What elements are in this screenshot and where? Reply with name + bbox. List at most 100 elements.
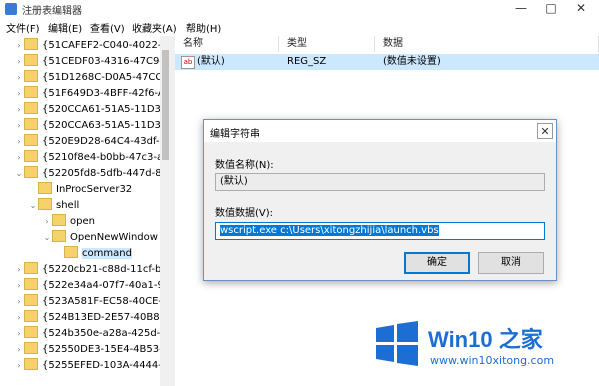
edit-string-dialog: 编辑字符串 ✕ 数值名称(N): (默认) 数值数据(V): wscript.e… — [203, 119, 557, 281]
value-name-label: 数值名称(N): — [215, 160, 274, 171]
dialog-title-bar: 编辑字符串 ✕ — [204, 120, 556, 142]
tree-item[interactable]: › {5210f8e4-b0bb-47c3-a8 — [14, 150, 161, 166]
value-name: (默认) — [197, 56, 225, 67]
maximize-button[interactable]: □ — [536, 0, 566, 18]
folder-icon — [24, 278, 38, 290]
chevron-right-icon[interactable]: › — [14, 262, 24, 278]
tree-item[interactable]: › {51CAFEF2-C040-4022-A1 — [14, 38, 160, 54]
tree-item[interactable]: › {51F649D3-4BFF-42f6-A2 — [14, 86, 160, 102]
tree-item-label: {51CAFEF2-C040-4022-A1 — [42, 40, 160, 51]
tree-item[interactable]: › {5220cb21-c88d-11cf-b34 — [14, 262, 160, 278]
tree-scrollbar[interactable] — [160, 36, 171, 386]
column-header-data[interactable]: 数据 — [375, 36, 599, 52]
tree-item[interactable]: ⌄ shell — [28, 198, 79, 214]
folder-icon — [24, 102, 38, 114]
tree-item[interactable]: › open — [42, 214, 95, 230]
chevron-right-icon[interactable]: › — [14, 310, 24, 326]
menu-bar: 文件(F) 编辑(E) 查看(V) 收藏夹(A) 帮助(H) — [0, 18, 599, 35]
folder-icon — [24, 38, 38, 50]
chevron-right-icon[interactable]: › — [14, 294, 24, 310]
tree-item-label: {524B13ED-2E57-40B8-B8 — [42, 312, 160, 323]
chevron-right-icon[interactable]: › — [14, 38, 24, 54]
registry-editor-window: 注册表编辑器 — □ ✕ 文件(F) 编辑(E) 查看(V) 收藏夹(A) 帮助… — [0, 0, 599, 386]
tree-item[interactable]: command — [54, 246, 132, 262]
tree-item[interactable]: › {520E9D28-64C4-43df-BE — [14, 134, 160, 150]
ok-button[interactable]: 确定 — [404, 252, 470, 274]
chevron-right-icon[interactable]: › — [14, 54, 24, 70]
tree-item-label: command — [82, 248, 132, 259]
column-header-name[interactable]: 名称 — [175, 36, 279, 52]
value-data-input[interactable]: wscript.exe c:\Users\xitongzhijia\launch… — [215, 222, 545, 240]
string-value-icon: ab — [181, 56, 195, 69]
tree-item[interactable]: › {520CCA63-51A5-11D3-9 — [14, 118, 161, 134]
regedit-app-icon — [5, 3, 17, 15]
tree-item[interactable]: › {524b350e-a28a-425d-a4 — [14, 326, 161, 342]
close-button[interactable]: ✕ — [566, 0, 596, 18]
folder-icon — [24, 342, 38, 354]
minimize-button[interactable]: — — [506, 0, 536, 18]
chevron-right-icon[interactable]: › — [14, 86, 24, 102]
chevron-right-icon[interactable]: › — [14, 102, 24, 118]
dialog-close-button[interactable]: ✕ — [537, 123, 553, 139]
chevron-right-icon[interactable]: › — [14, 358, 24, 374]
watermark-brand: Win10 之家 — [428, 327, 543, 352]
tree-item[interactable]: › {5255EFED-103A-4444-B1 — [14, 358, 160, 374]
tree-item-label: {5210f8e4-b0bb-47c3-a8 — [42, 152, 161, 163]
folder-icon — [24, 134, 38, 146]
chevron-right-icon[interactable]: › — [42, 214, 52, 230]
folder-icon — [24, 70, 38, 82]
folder-icon — [24, 310, 38, 322]
value-type: REG_SZ — [287, 56, 327, 67]
value-data: (数值未设置) — [383, 56, 441, 67]
site-watermark: Win10 之家 www.win10xitong.com — [374, 316, 599, 386]
chevron-right-icon[interactable]: › — [14, 118, 24, 134]
tree-item[interactable]: › {523A581F-EC58-40CE-99 — [14, 294, 160, 310]
chevron-right-icon[interactable]: › — [14, 134, 24, 150]
tree-item-label: {520CCA63-51A5-11D3-9 — [42, 120, 161, 131]
window-title: 注册表编辑器 — [22, 6, 82, 17]
tree-item[interactable]: › {51CEDF03-4316-47C9-81 — [14, 54, 160, 70]
chevron-right-icon[interactable]: › — [14, 326, 24, 342]
folder-icon — [24, 54, 38, 66]
column-header-type[interactable]: 类型 — [279, 36, 375, 52]
menu-help[interactable]: 帮助(H) — [186, 20, 221, 35]
folder-icon — [24, 166, 38, 178]
list-row[interactable]: ab (默认) REG_SZ (数值未设置) — [175, 54, 599, 70]
tree-item[interactable]: › {524B13ED-2E57-40B8-B8 — [14, 310, 160, 326]
registry-tree[interactable]: › {51CAFEF2-C040-4022-A1 › {51CEDF03-4316-4… — [0, 36, 161, 386]
windows-logo-icon — [376, 321, 418, 366]
scrollbar-thumb[interactable] — [162, 50, 169, 160]
chevron-right-icon[interactable]: › — [14, 150, 24, 166]
folder-icon — [24, 326, 38, 338]
tree-item[interactable]: › {51D1268C-D0A5-47CC-A — [14, 70, 161, 86]
value-data-text: wscript.exe c:\Users\xitongzhijia\launch… — [220, 225, 439, 236]
chevron-down-icon[interactable]: ⌄ — [14, 166, 24, 182]
chevron-right-icon[interactable]: › — [14, 70, 24, 86]
menu-favorites[interactable]: 收藏夹(A) — [132, 20, 177, 35]
menu-view[interactable]: 查看(V) — [90, 20, 125, 35]
tree-item-label: {51D1268C-D0A5-47CC-A — [42, 72, 161, 83]
chevron-right-icon[interactable]: › — [14, 342, 24, 358]
chevron-down-icon[interactable]: ⌄ — [28, 198, 38, 214]
tree-item[interactable]: InProcServer32 — [28, 182, 132, 198]
value-name-field: (默认) — [215, 173, 545, 191]
chevron-right-icon[interactable]: › — [14, 278, 24, 294]
menu-edit[interactable]: 编辑(E) — [48, 20, 82, 35]
tree-item[interactable]: › {52550DE3-15E4-4B53-96 — [14, 342, 160, 358]
cancel-button[interactable]: 取消 — [478, 252, 544, 274]
folder-icon — [52, 230, 66, 242]
tree-item[interactable]: ⌄ {52205fd8-5dfb-447d-80 — [14, 166, 161, 182]
tree-item-label: {520CCA61-51A5-11D3-9 — [42, 104, 161, 115]
tree-item[interactable]: › {522e34a4-07f7-40a1-94 — [14, 278, 160, 294]
chevron-down-icon[interactable]: ⌄ — [42, 230, 52, 246]
tree-item-label: {52550DE3-15E4-4B53-96 — [42, 344, 160, 355]
tree-item-label: {523A581F-EC58-40CE-99 — [42, 296, 160, 307]
title-bar: 注册表编辑器 — □ ✕ — [0, 0, 599, 18]
tree-item[interactable]: ⌄ OpenNewWindow — [42, 230, 158, 246]
tree-item-label: open — [70, 216, 95, 227]
tree-item-label: {52205fd8-5dfb-447d-80 — [42, 168, 161, 179]
menu-file[interactable]: 文件(F) — [6, 20, 40, 35]
tree-item[interactable]: › {520CCA61-51A5-11D3-9 — [14, 102, 161, 118]
tree-item-label: {51CEDF03-4316-47C9-81 — [42, 56, 160, 67]
tree-item-label: {524b350e-a28a-425d-a4 — [42, 328, 161, 339]
